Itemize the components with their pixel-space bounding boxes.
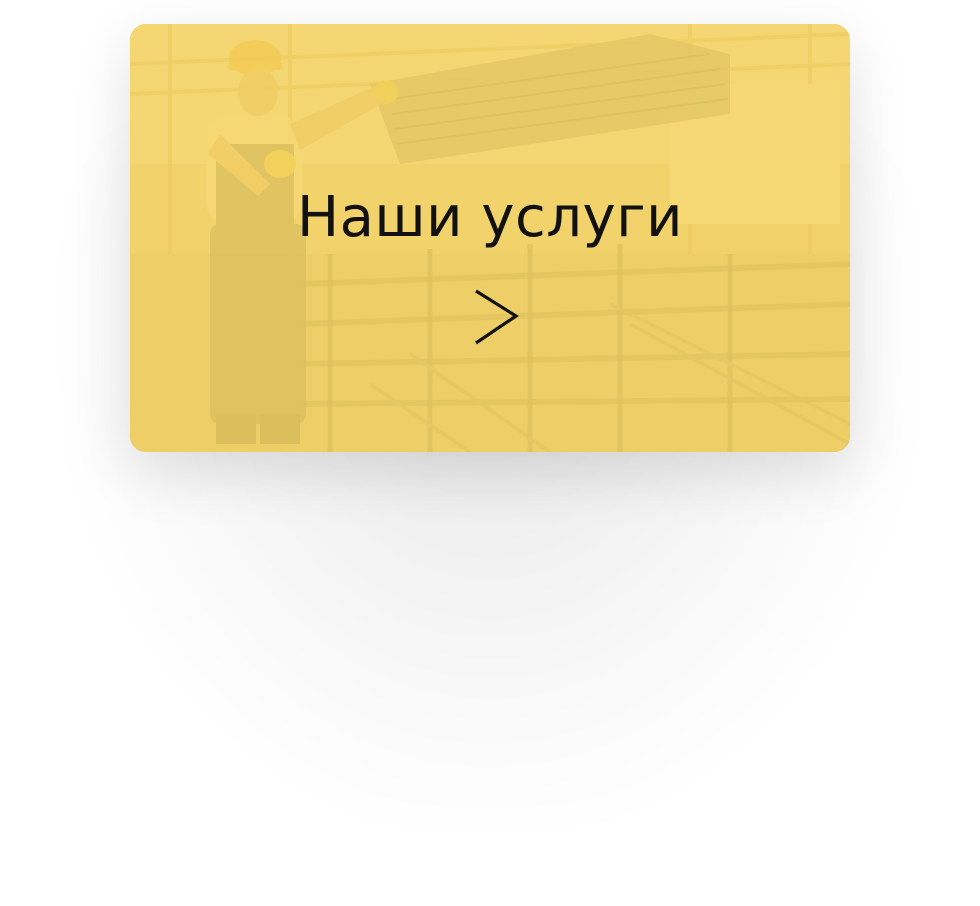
card-title: Наши услуги xyxy=(296,185,684,250)
chevron-right-icon[interactable] xyxy=(472,288,522,348)
services-card[interactable]: Наши услуги xyxy=(130,24,850,452)
